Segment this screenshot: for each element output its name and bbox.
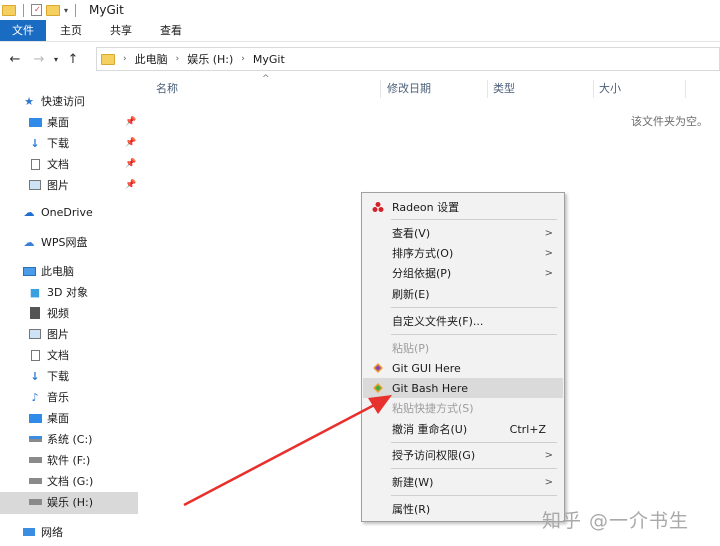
annotation-arrow [183, 395, 392, 507]
annotation-arrow-shaft [183, 400, 381, 507]
watermark-text: 知乎 @一介书生 [542, 510, 690, 532]
annotation-arrow-head [368, 395, 392, 414]
